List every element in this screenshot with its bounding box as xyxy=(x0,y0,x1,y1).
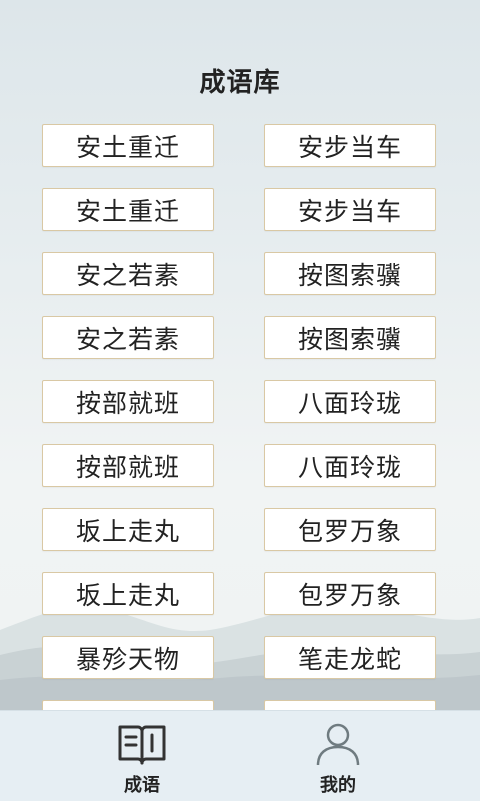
idiom-button[interactable]: 安步当车 xyxy=(264,188,436,231)
idiom-button[interactable]: 安之若素 xyxy=(42,316,214,359)
idiom-button[interactable]: 按部就班 xyxy=(42,444,214,487)
idiom-grid: 安土重迁 安步当车 安土重迁 安步当车 安之若素 按图索骥 安之若素 按图索骥 按部就班 八面玲珑… xyxy=(0,122,480,710)
idiom-button[interactable] xyxy=(42,700,214,710)
idiom-button[interactable]: 包罗万象 xyxy=(264,572,436,615)
idiom-button[interactable]: 安土重迁 xyxy=(42,124,214,167)
idiom-button[interactable] xyxy=(264,700,436,710)
idiom-button[interactable]: 按部就班 xyxy=(42,380,214,423)
idiom-button[interactable]: 坂上走丸 xyxy=(42,508,214,551)
page-title: 成语库 xyxy=(199,68,281,98)
idiom-button[interactable]: 安步当车 xyxy=(264,124,436,167)
tab-mine[interactable]: 我的 xyxy=(218,711,458,801)
idiom-button[interactable]: 八面玲珑 xyxy=(264,380,436,423)
bottom-tab-bar: 成语 我的 xyxy=(0,710,480,801)
book-icon xyxy=(118,725,166,765)
idiom-button[interactable]: 八面玲珑 xyxy=(264,444,436,487)
idiom-button[interactable]: 安之若素 xyxy=(42,252,214,295)
idiom-button[interactable]: 包罗万象 xyxy=(264,508,436,551)
idiom-button[interactable]: 笔走龙蛇 xyxy=(264,636,436,679)
idiom-button[interactable]: 按图索骥 xyxy=(264,316,436,359)
user-icon xyxy=(316,723,360,766)
tab-mine-label: 我的 xyxy=(320,775,356,796)
idiom-button[interactable]: 暴殄天物 xyxy=(42,636,214,679)
tab-idioms-label: 成语 xyxy=(124,775,160,796)
idiom-button[interactable]: 安土重迁 xyxy=(42,188,214,231)
idiom-button[interactable]: 坂上走丸 xyxy=(42,572,214,615)
idiom-button[interactable]: 按图索骥 xyxy=(264,252,436,295)
